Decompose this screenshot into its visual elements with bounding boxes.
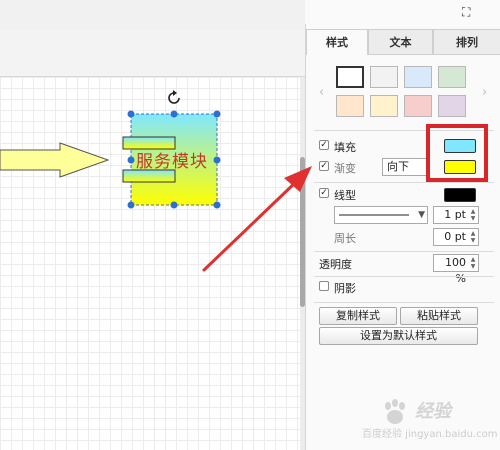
highlight-box xyxy=(426,124,488,182)
watermark-brand: 经验 xyxy=(415,401,451,422)
watermark: 经验 百度经验 jingyan.baidu.com xyxy=(360,395,500,450)
paw-logo-icon xyxy=(385,399,405,424)
annotation-overlay xyxy=(202,166,312,272)
watermark-sub: 百度经验 jingyan.baidu.com xyxy=(362,429,498,440)
